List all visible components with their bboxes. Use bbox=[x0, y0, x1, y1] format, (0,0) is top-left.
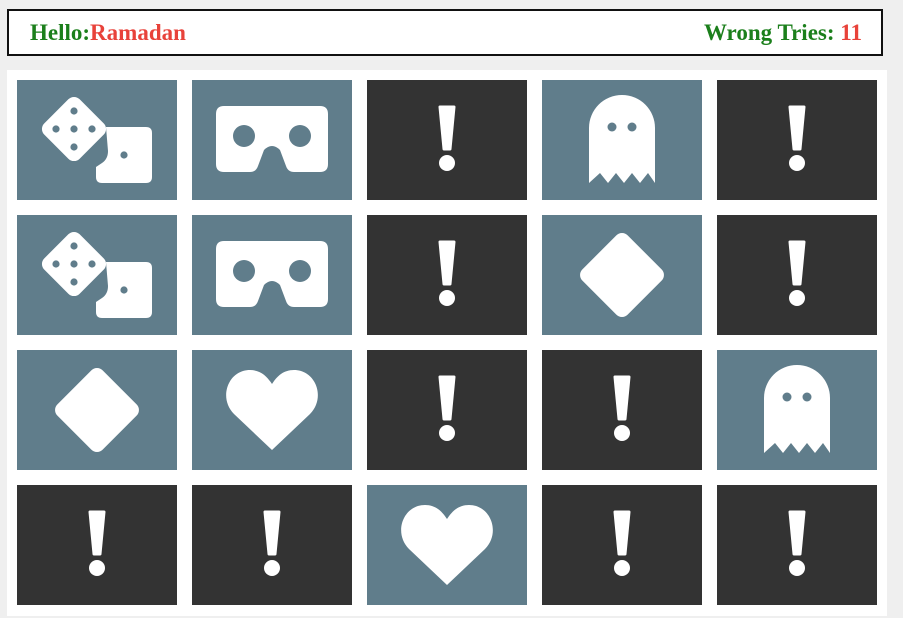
memory-card-hidden[interactable] bbox=[542, 485, 702, 605]
memory-card-revealed[interactable] bbox=[192, 215, 352, 335]
memory-card-revealed[interactable] bbox=[17, 80, 177, 200]
exclamation-icon bbox=[438, 240, 456, 306]
player-name: Ramadan bbox=[90, 20, 186, 45]
memory-card-hidden[interactable] bbox=[367, 80, 527, 200]
memory-card-revealed[interactable] bbox=[17, 215, 177, 335]
diamond-icon bbox=[55, 368, 139, 452]
memory-card-hidden[interactable] bbox=[717, 485, 877, 605]
memory-card-hidden[interactable] bbox=[367, 350, 527, 470]
memory-card-board bbox=[7, 70, 887, 616]
memory-card-hidden[interactable] bbox=[17, 485, 177, 605]
exclamation-icon bbox=[438, 375, 456, 441]
heart-icon bbox=[401, 505, 493, 585]
memory-card-revealed[interactable] bbox=[542, 215, 702, 335]
exclamation-icon bbox=[788, 240, 806, 306]
ghost-icon bbox=[589, 95, 655, 183]
memory-card-revealed[interactable] bbox=[192, 350, 352, 470]
wrong-tries-count: 11 bbox=[840, 20, 862, 45]
greeting-label: Hello: bbox=[30, 20, 91, 45]
memory-card-hidden[interactable] bbox=[192, 485, 352, 605]
memory-card-hidden[interactable] bbox=[542, 350, 702, 470]
memory-card-revealed[interactable] bbox=[367, 485, 527, 605]
game-header: Hello:Ramadan Wrong Tries: 11 bbox=[7, 9, 883, 56]
memory-card-revealed[interactable] bbox=[192, 80, 352, 200]
exclamation-icon bbox=[263, 510, 281, 576]
exclamation-icon bbox=[438, 105, 456, 171]
memory-card-revealed[interactable] bbox=[717, 350, 877, 470]
exclamation-icon bbox=[613, 510, 631, 576]
ghost-icon bbox=[764, 365, 830, 453]
heart-icon bbox=[226, 370, 318, 450]
dice-icon bbox=[41, 231, 152, 318]
memory-card-revealed[interactable] bbox=[542, 80, 702, 200]
diamond-icon bbox=[580, 233, 664, 317]
exclamation-icon bbox=[788, 510, 806, 576]
wrong-tries-label: Wrong Tries: bbox=[703, 20, 835, 45]
greeting: Hello:Ramadan bbox=[30, 20, 186, 46]
dice-icon bbox=[41, 96, 152, 183]
exclamation-icon bbox=[88, 510, 106, 576]
memory-card-hidden[interactable] bbox=[717, 215, 877, 335]
memory-card-revealed[interactable] bbox=[17, 350, 177, 470]
wrong-tries: Wrong Tries: 11 bbox=[704, 20, 862, 46]
memory-card-hidden[interactable] bbox=[717, 80, 877, 200]
exclamation-icon bbox=[613, 375, 631, 441]
exclamation-icon bbox=[788, 105, 806, 171]
vr-goggles-icon bbox=[216, 241, 328, 307]
vr-goggles-icon bbox=[216, 106, 328, 172]
memory-card-hidden[interactable] bbox=[367, 215, 527, 335]
